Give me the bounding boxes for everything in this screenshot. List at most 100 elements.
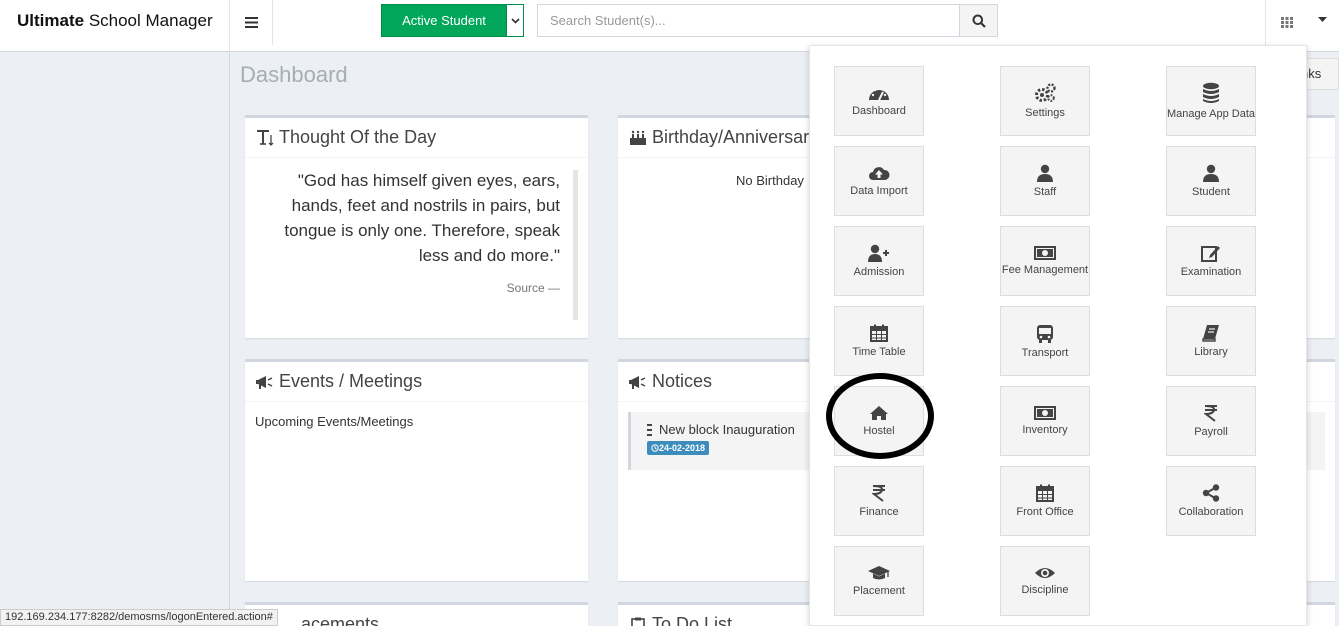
launcher-tile-admission[interactable]: Admission — [834, 226, 924, 296]
thought-of-day-box: Thought Of the Day "God has himself give… — [245, 115, 588, 338]
dashboard-icon — [869, 87, 889, 101]
launcher-tile-finance[interactable]: Finance — [834, 466, 924, 536]
home-icon — [870, 406, 888, 420]
search-icon — [972, 14, 986, 28]
launcher-tile-placement[interactable]: Placement — [834, 546, 924, 616]
rupee-icon — [1204, 405, 1217, 422]
book-icon — [1202, 325, 1219, 342]
launcher-tile-label: Library — [1194, 346, 1228, 358]
launcher-tile-examination[interactable]: Examination — [1166, 226, 1256, 296]
launcher-tile-label: Finance — [859, 506, 899, 518]
launcher-tile-label: Fee Management — [1001, 264, 1089, 276]
launcher-tile-label: Manage App Data — [1166, 108, 1256, 120]
launcher-tile-time-table[interactable]: Time Table — [834, 306, 924, 376]
bullhorn-icon — [255, 373, 275, 391]
launcher-tile-label: Dashboard — [852, 105, 906, 117]
active-student-label: Active Student — [402, 13, 486, 28]
launcher-tile-student[interactable]: Student — [1166, 146, 1256, 216]
user-menu-toggle[interactable] — [1318, 14, 1327, 25]
launcher-tile-label: Student — [1192, 186, 1230, 198]
events-body: Upcoming Events/Meetings — [255, 414, 414, 429]
launcher-tile-data-import[interactable]: Data Import — [834, 146, 924, 216]
launcher-tile-label: Staff — [1033, 186, 1057, 198]
launcher-tile-label: Inventory — [1022, 424, 1068, 436]
app-launcher-menu: Dashboard Settings Manage App Data Data … — [809, 45, 1307, 626]
clock-icon — [651, 444, 659, 452]
bullhorn-icon — [628, 373, 648, 391]
apps-grid-icon — [1280, 17, 1293, 28]
notice-date: 24-02-2018 — [659, 443, 706, 453]
sidebar-toggle-button[interactable] — [231, 0, 273, 45]
launcher-tile-fee-management[interactable]: Fee Management — [1000, 226, 1090, 296]
brand-logo[interactable]: Ultimate School Manager — [0, 0, 230, 52]
launcher-tile-front-office[interactable]: Front Office — [1000, 466, 1090, 536]
chevron-down-icon — [510, 17, 520, 24]
browser-status-url: 192.169.234.177:8282/demosms/logonEntere… — [0, 609, 278, 626]
launcher-tile-payroll[interactable]: Payroll — [1166, 386, 1256, 456]
launcher-tile-label: Admission — [853, 266, 905, 278]
events-meetings-title: Events / Meetings — [279, 371, 423, 391]
thought-scrollbar[interactable] — [573, 170, 578, 320]
app-launcher-button[interactable] — [1265, 0, 1307, 45]
user-icon — [1037, 164, 1053, 182]
birthday-cake-icon — [628, 129, 648, 147]
thought-of-day-header: Thought Of the Day — [245, 118, 588, 158]
launcher-tile-discipline[interactable]: Discipline — [1000, 546, 1090, 616]
text-height-icon — [255, 129, 275, 147]
clipboard-icon — [628, 616, 648, 626]
launcher-tile-label: Data Import — [850, 185, 908, 197]
notice-date-badge: 24-02-2018 — [647, 441, 710, 455]
launcher-tile-settings[interactable]: Settings — [1000, 66, 1090, 136]
edit-icon — [1201, 246, 1220, 262]
active-student-button[interactable]: Active Student — [381, 4, 524, 37]
placements-header: acements — [245, 605, 588, 626]
launcher-tile-collaboration[interactable]: Collaboration — [1166, 466, 1256, 536]
cloud-upload-icon — [869, 167, 890, 180]
database-icon — [1203, 82, 1219, 103]
birthday-empty-text: No Birthday — [736, 173, 804, 188]
events-meetings-box: Events / Meetings Upcoming Events/Meetin… — [245, 359, 588, 581]
launcher-tile-label: Hostel — [863, 425, 895, 437]
launcher-tile-manage-app-data[interactable]: Manage App Data — [1166, 66, 1256, 136]
bus-icon — [1037, 324, 1053, 343]
launcher-tile-label: Transport — [1021, 346, 1069, 359]
thought-content: "God has himself given eyes, ears, hands… — [245, 158, 588, 311]
todo-list-title: To Do List — [652, 614, 733, 626]
caret-down-icon — [1318, 17, 1327, 22]
search-button[interactable] — [959, 4, 998, 37]
launcher-tile-staff[interactable]: Staff — [1000, 146, 1090, 216]
rupee-icon — [872, 485, 885, 502]
brand-name-rest: School Manager — [88, 11, 213, 30]
user-icon — [1203, 164, 1219, 182]
thought-quote: "God has himself given eyes, ears, hands… — [284, 171, 560, 265]
launcher-tile-label: Settings — [1025, 107, 1065, 119]
page-title: Dashboard — [240, 62, 348, 87]
drag-handle-icon — [647, 423, 652, 436]
launcher-tile-library[interactable]: Library — [1166, 306, 1256, 376]
launcher-tile-dashboard[interactable]: Dashboard — [834, 66, 924, 136]
hamburger-icon — [245, 17, 258, 28]
launcher-tile-label: Payroll — [1194, 426, 1228, 438]
share-icon — [1202, 484, 1220, 502]
gears-icon — [1035, 83, 1056, 102]
launcher-tile-label: Discipline — [1021, 584, 1069, 596]
thought-of-day-title: Thought Of the Day — [279, 127, 437, 147]
thought-source: Source — — [506, 281, 560, 295]
user-plus-icon — [868, 244, 889, 262]
launcher-tile-hostel[interactable]: Hostel — [834, 386, 924, 456]
student-search-input[interactable] — [537, 4, 960, 37]
notices-title: Notices — [652, 371, 713, 391]
calendar-icon — [1036, 484, 1054, 502]
money-icon — [1034, 246, 1056, 260]
launcher-tile-label: Time Table — [852, 346, 906, 358]
launcher-tile-label: Examination — [1180, 266, 1242, 278]
launcher-tile-inventory[interactable]: Inventory — [1000, 386, 1090, 456]
events-meetings-header: Events / Meetings — [245, 362, 588, 402]
sidebar — [0, 52, 230, 626]
placements-box: acements — [245, 602, 588, 626]
launcher-tile-transport[interactable]: Transport — [1000, 306, 1090, 376]
money-icon — [1034, 406, 1056, 420]
calendar-icon — [870, 324, 888, 342]
active-student-dropdown-toggle[interactable] — [506, 5, 523, 36]
launcher-tile-label: Collaboration — [1178, 506, 1244, 518]
